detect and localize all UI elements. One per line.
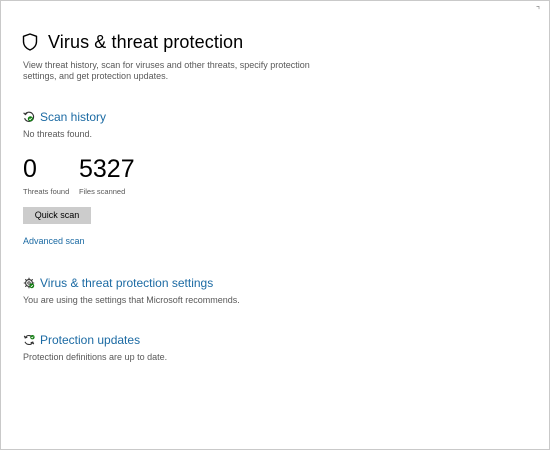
threats-found-stat: 0 Threats found	[23, 155, 79, 196]
scan-history-icon	[23, 111, 35, 122]
protection-updates-heading: Protection updates	[23, 332, 167, 348]
files-scanned-stat: 5327 Files scanned	[79, 155, 135, 196]
page-title: Virus & threat protection	[48, 32, 244, 52]
files-scanned-label: Files scanned	[79, 187, 126, 196]
shield-icon	[22, 33, 38, 51]
protection-settings-section: Virus & threat protection settings You a…	[23, 275, 240, 306]
page-description: View threat history, scan for viruses an…	[23, 60, 310, 81]
protection-settings-heading: Virus & threat protection settings	[23, 275, 240, 291]
scan-history-section: Scan history No threats found.	[23, 109, 106, 140]
protection-updates-link[interactable]: Protection updates	[40, 332, 140, 348]
settings-gear-icon	[23, 277, 35, 289]
advanced-scan-link[interactable]: Advanced scan	[23, 236, 85, 247]
threats-found-label: Threats found	[23, 187, 70, 196]
protection-updates-section: Protection updates Protection definition…	[23, 332, 167, 363]
defender-window: ⌝ Virus & threat protection View threat …	[0, 0, 550, 450]
window-corner-icon: ⌝	[535, 5, 541, 15]
scan-stats: 0 Threats found 5327 Files scanned	[23, 155, 135, 196]
scan-history-link[interactable]: Scan history	[40, 109, 106, 125]
protection-updates-description: Protection definitions are up to date.	[23, 352, 168, 362]
page-header: Virus & threat protection	[22, 31, 243, 53]
quick-scan-button[interactable]: Quick scan	[23, 207, 91, 224]
files-scanned-value: 5327	[79, 155, 135, 183]
scan-history-heading: Scan history	[23, 109, 106, 125]
refresh-icon	[23, 334, 35, 346]
threats-found-value: 0	[23, 155, 37, 183]
protection-settings-link[interactable]: Virus & threat protection settings	[40, 275, 213, 291]
protection-settings-description: You are using the settings that Microsof…	[23, 295, 240, 305]
scan-status-text: No threats found.	[23, 129, 93, 139]
